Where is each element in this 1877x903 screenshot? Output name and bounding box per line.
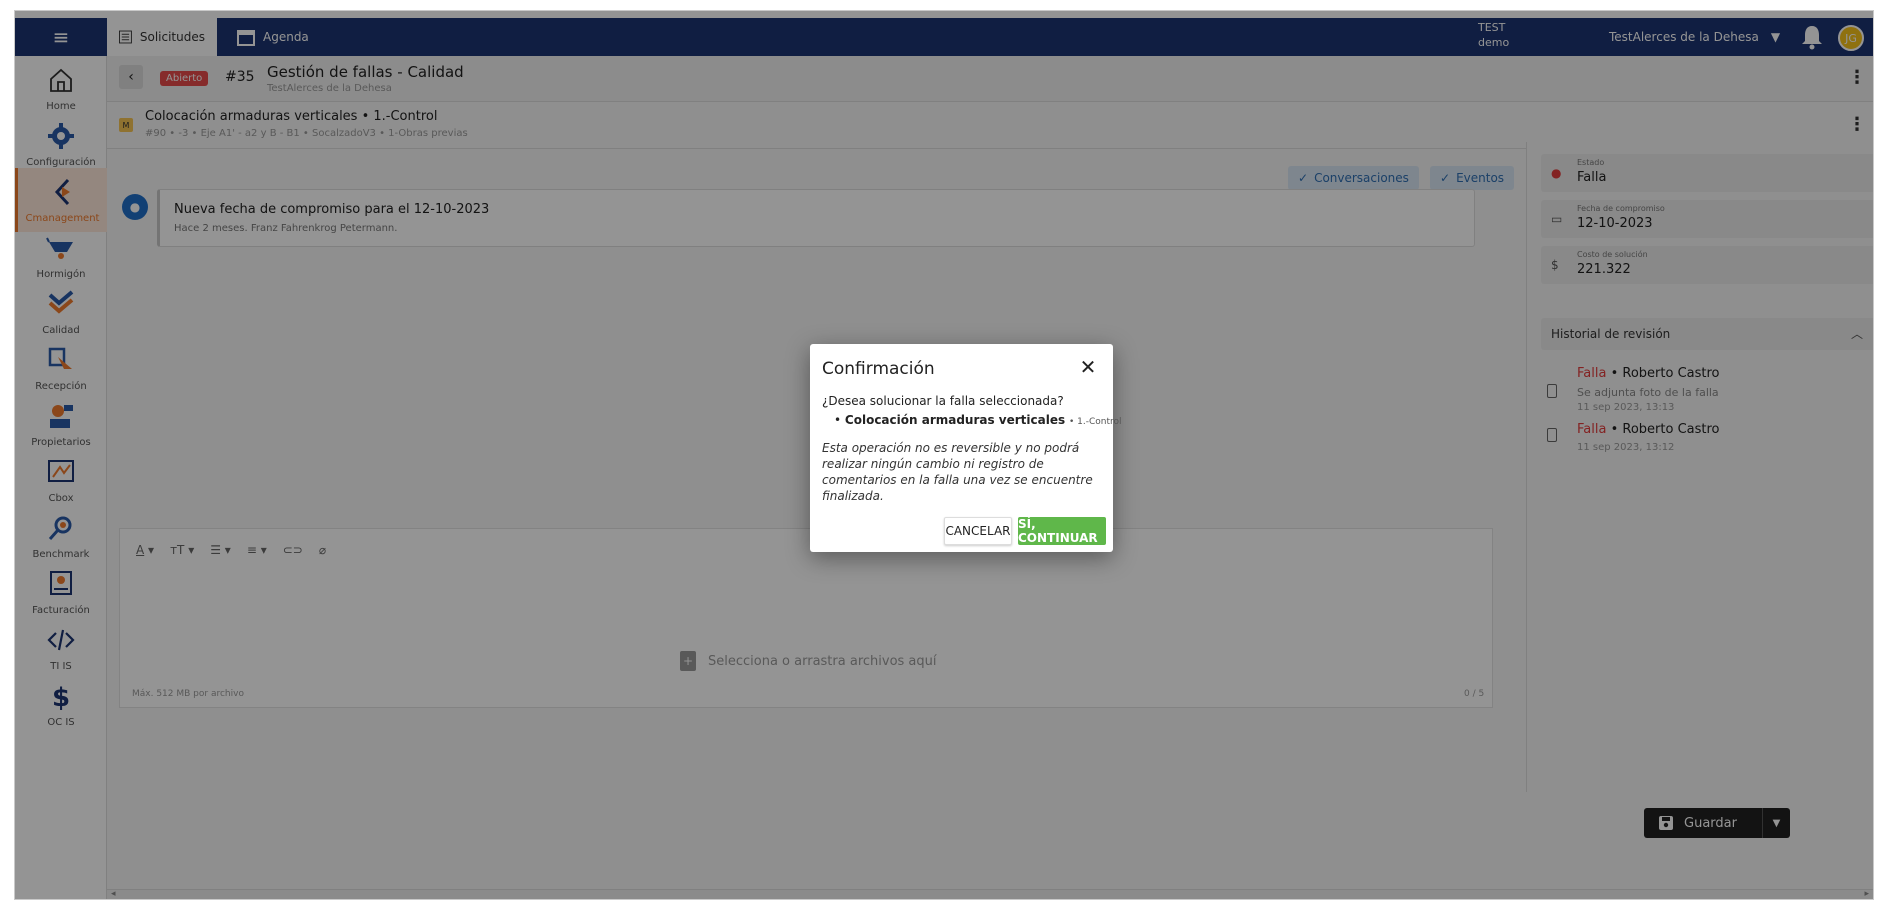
confirmation-dialog: Confirmación ✕ ¿Desea solucionar la fall… [810, 344, 1122, 552]
dialog-title: Confirmación [822, 359, 935, 379]
dialog-item-name: Colocación armaduras verticales [844, 413, 1066, 427]
dialog-warning: Esta operación no es reversible y no pod… [822, 441, 1093, 503]
modal-backdrop[interactable]: Confirmación ✕ ¿Desea solucionar la fall… [15, 11, 1873, 899]
close-icon[interactable]: ✕ [1078, 357, 1098, 377]
dialog-question: ¿Desea solucionar la falla seleccionada? [822, 394, 1064, 408]
cancel-button[interactable]: CANCELAR [944, 517, 1012, 545]
dialog-item: • Colocación armaduras verticales • 1.-C… [834, 413, 1122, 427]
app-window: ≡ Solicitudes Agenda TEST demo TestAlerc… [14, 10, 1874, 900]
confirm-button[interactable]: SÍ, CONTINUAR [1018, 517, 1106, 545]
dialog-item-extra: • 1.-Control [1068, 417, 1122, 427]
